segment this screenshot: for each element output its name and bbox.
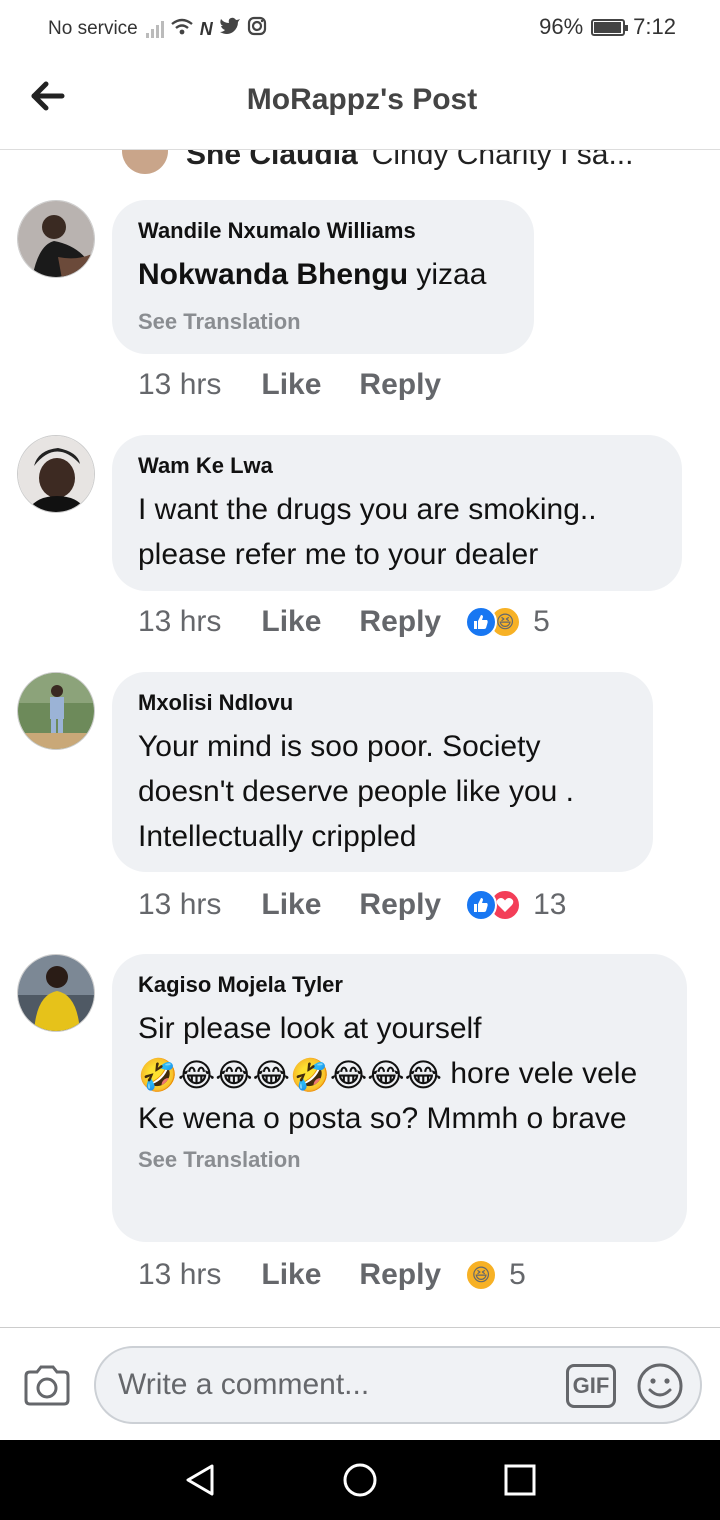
status-bar: No service N 96% 7:12 (0, 0, 720, 56)
comment-author[interactable]: Mxolisi Ndlovu (138, 690, 627, 716)
twitter-icon (219, 17, 241, 41)
comment-time: 13 hrs (138, 368, 222, 401)
partial-author[interactable]: She Claudia (186, 150, 358, 171)
partial-body: Cindy Charity I sa... (371, 150, 634, 171)
carrier-text: No service (48, 18, 138, 39)
reaction-count: 5 (533, 605, 550, 638)
avatar[interactable] (17, 954, 95, 1032)
see-translation-link[interactable]: See Translation (138, 1147, 661, 1173)
back-triangle-icon[interactable] (182, 1462, 218, 1498)
reaction-count: 5 (509, 1258, 526, 1291)
comment-actions: 13 hrs Like Reply 😆 5 (138, 605, 550, 639)
comment-time: 13 hrs (138, 888, 222, 921)
comment-bubble[interactable]: Wam Ke Lwa I want the drugs you are smok… (112, 435, 682, 591)
haha-emoji-icon: 😆 (465, 1259, 498, 1291)
reply-button[interactable]: Reply (359, 888, 441, 922)
see-translation-link[interactable]: See Translation (138, 309, 508, 335)
comment-body: yizaa (408, 258, 487, 291)
comment-bubble[interactable]: Mxolisi Ndlovu Your mind is soo poor. So… (112, 672, 653, 872)
smiley-icon[interactable] (636, 1362, 684, 1410)
comment-text: Nokwanda Bhengu yizaa (138, 252, 508, 297)
comment-time: 13 hrs (138, 1258, 222, 1291)
mention-link[interactable]: Nokwanda Bhengu (138, 258, 408, 291)
thumbs-up-icon (465, 889, 498, 921)
comment-text: I want the drugs you are smoking.. pleas… (138, 493, 597, 571)
instagram-icon (247, 16, 267, 42)
avatar[interactable] (122, 150, 168, 174)
comment-input-placeholder: Write a comment... (118, 1368, 370, 1401)
partial-comment: She Claudia Cindy Charity I sa... (0, 150, 720, 178)
app-header: MoRappz's Post (0, 56, 720, 150)
comment-body-line1: Sir please look at yourself (138, 1012, 482, 1045)
clock: 7:12 (633, 14, 676, 39)
home-circle-icon[interactable] (342, 1462, 378, 1498)
status-left: No service N (48, 16, 267, 42)
thumbs-up-icon (465, 606, 498, 638)
page-title: MoRappz's Post (246, 83, 478, 116)
reply-button[interactable]: Reply (359, 368, 441, 402)
battery-icon (591, 18, 629, 36)
gif-button[interactable]: GIF (566, 1364, 616, 1408)
like-button[interactable]: Like (261, 368, 321, 402)
reply-button[interactable]: Reply (359, 605, 441, 639)
wifi-icon (170, 18, 194, 41)
reactions-summary[interactable]: 😆 5 (465, 605, 550, 639)
avatar[interactable] (17, 435, 95, 513)
reactions-summary[interactable]: 13 (465, 888, 567, 922)
comment-text: Sir please look at yourself 🤣😂😂😂🤣😂😂😂 hor… (138, 1006, 668, 1141)
battery-percent: 96% (539, 14, 584, 39)
partial-comment-text: She Claudia Cindy Charity I sa... (186, 150, 633, 172)
comment-author[interactable]: Kagiso Mojela Tyler (138, 972, 661, 998)
comment-actions: 13 hrs Like Reply (138, 368, 479, 402)
avatar[interactable] (17, 672, 95, 750)
reactions-summary[interactable]: 😆 5 (465, 1258, 526, 1292)
reaction-count: 13 (533, 888, 567, 921)
like-button[interactable]: Like (261, 888, 321, 922)
laughing-emoji-icon: 🤣😂😂😂🤣😂😂😂 (138, 1057, 443, 1094)
comment-composer: Write a comment... GIF (0, 1327, 720, 1440)
comment-actions: 13 hrs Like Reply 😆 5 (138, 1258, 526, 1292)
system-nav-bar (0, 1440, 720, 1520)
comment-author[interactable]: Wandile Nxumalo Williams (138, 218, 508, 244)
reply-button[interactable]: Reply (359, 1258, 441, 1292)
like-button[interactable]: Like (261, 1258, 321, 1292)
like-button[interactable]: Like (261, 605, 321, 639)
camera-icon[interactable] (22, 1364, 72, 1408)
comment-author[interactable]: Wam Ke Lwa (138, 453, 656, 479)
comment-bubble[interactable]: Kagiso Mojela Tyler Sir please look at y… (112, 954, 687, 1242)
avatar[interactable] (17, 200, 95, 278)
comment-input[interactable]: Write a comment... GIF (94, 1346, 702, 1424)
comment-text: Your mind is soo poor. Society doesn't d… (138, 730, 575, 853)
comment-bubble[interactable]: Wandile Nxumalo Williams Nokwanda Bhengu… (112, 200, 534, 354)
signal-icon (145, 20, 164, 38)
comment-actions: 13 hrs Like Reply 13 (138, 888, 567, 922)
recents-square-icon[interactable] (502, 1462, 538, 1498)
nfc-icon: N (199, 18, 213, 39)
comment-time: 13 hrs (138, 605, 222, 638)
status-right: 96% 7:12 (539, 14, 676, 40)
